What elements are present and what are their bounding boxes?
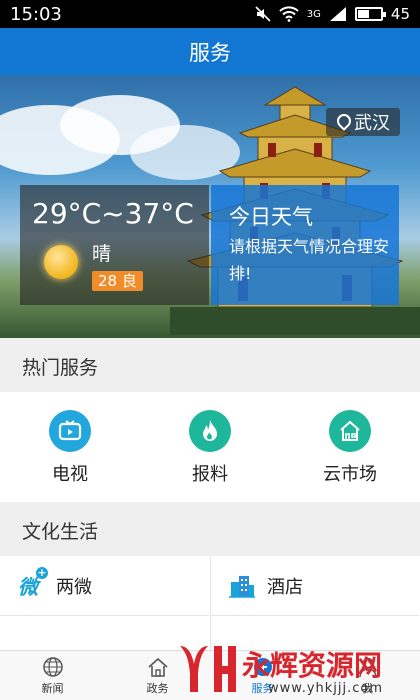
service-item-tv[interactable]: 电视 bbox=[0, 392, 140, 502]
today-weather-advice: 请根据天气情况合理安排! bbox=[229, 237, 390, 283]
nav-label: 新闻 bbox=[41, 681, 64, 695]
wifi-icon bbox=[279, 6, 299, 22]
location-pin-icon bbox=[336, 114, 348, 130]
life-item-weibo-weixin[interactable]: 微 + 两微 bbox=[0, 556, 209, 616]
hotel-building-icon bbox=[229, 575, 255, 598]
nav-tab-news[interactable]: 新闻 bbox=[0, 651, 105, 700]
service-label: 云市场 bbox=[323, 464, 377, 485]
watermark-logo bbox=[180, 646, 236, 692]
section-title-culture-life: 文化生活 bbox=[0, 504, 420, 556]
nav-label: 政务 bbox=[146, 681, 169, 695]
life-item-label: 两微 bbox=[56, 576, 92, 598]
life-item-label: 酒店 bbox=[267, 576, 303, 598]
weibo-weixin-icon: 微 + bbox=[18, 566, 48, 599]
air-quality-badge: 28 良 bbox=[92, 271, 143, 291]
globe-icon bbox=[42, 656, 63, 677]
mute-icon bbox=[255, 6, 271, 22]
today-weather-card[interactable]: 今日天气 请根据天气情况合理安排! bbox=[211, 185, 399, 305]
flame-icon bbox=[189, 410, 231, 452]
status-bar: 15:03 3G 45 bbox=[0, 0, 420, 28]
watermark-url: www.yhkjjj.com bbox=[268, 681, 384, 696]
service-item-cloud-market[interactable]: 云市场 bbox=[280, 392, 420, 502]
app-screen: 15:03 3G 45 服务 武汉 29°C~37°C 晴 28 良 今日天气 … bbox=[0, 0, 420, 700]
weather-summary[interactable]: 29°C~37°C 晴 28 良 bbox=[20, 185, 209, 305]
hot-services-heading: 热门服务 bbox=[22, 356, 99, 379]
battery-icon bbox=[354, 7, 386, 21]
signal-icon bbox=[329, 7, 346, 21]
city-selector[interactable]: 武汉 bbox=[326, 108, 400, 136]
page-title: 服务 bbox=[189, 40, 231, 65]
weather-banner: 武汉 29°C~37°C 晴 28 良 今日天气 请根据天气情况合理安排! bbox=[0, 75, 420, 338]
hot-services-grid: 电视 报料 云市场 bbox=[0, 392, 420, 502]
weather-condition: 晴 bbox=[92, 243, 112, 265]
temperature-range: 29°C~37°C bbox=[32, 197, 194, 230]
home-icon bbox=[147, 657, 168, 677]
today-weather-title: 今日天气 bbox=[229, 205, 313, 229]
status-time: 15:03 bbox=[10, 3, 62, 25]
battery-percent: 45 bbox=[390, 5, 410, 23]
page-title-bar: 服务 bbox=[0, 28, 420, 75]
culture-life-heading: 文化生活 bbox=[22, 520, 99, 543]
city-name: 武汉 bbox=[354, 113, 390, 134]
network-type: 3G bbox=[306, 8, 321, 20]
service-label: 电视 bbox=[52, 464, 88, 485]
store-icon bbox=[329, 410, 371, 452]
service-label: 报料 bbox=[192, 464, 228, 485]
service-item-report[interactable]: 报料 bbox=[140, 392, 280, 502]
watermark-text: 永辉资源网 bbox=[242, 649, 383, 682]
status-icons: 3G 45 bbox=[255, 5, 410, 23]
watermark: 永辉资源网 www.yhkjjj.com bbox=[170, 640, 420, 700]
section-title-hot-services: 热门服务 bbox=[0, 340, 420, 392]
tv-icon bbox=[49, 410, 91, 452]
sunny-icon bbox=[44, 245, 78, 279]
life-item-hotel[interactable]: 酒店 bbox=[210, 556, 419, 616]
